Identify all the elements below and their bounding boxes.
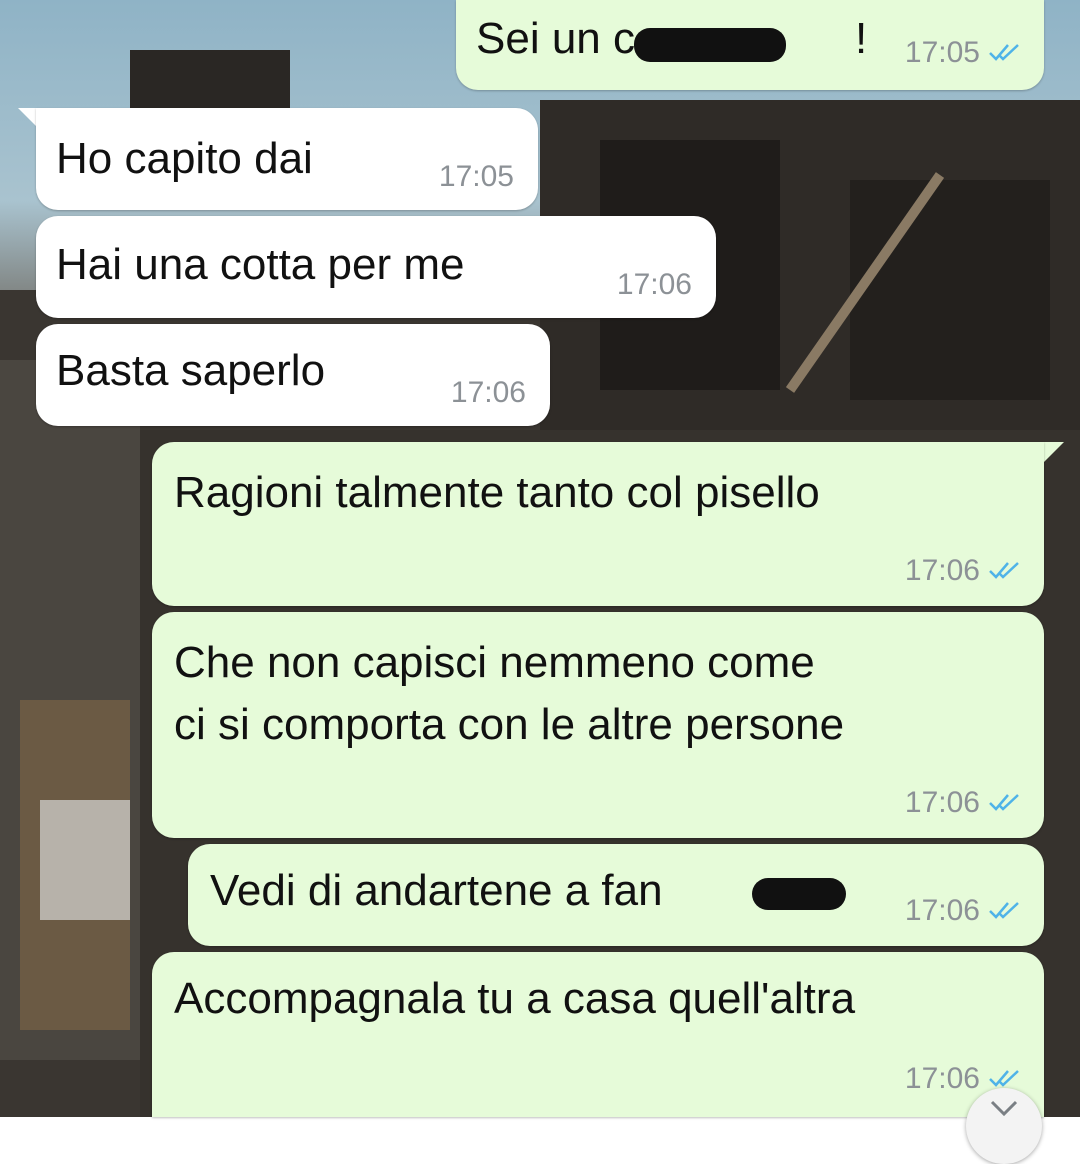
message-meta: 17:06 — [905, 786, 1024, 820]
redaction-mark — [634, 28, 786, 62]
message-timestamp: 17:06 — [904, 786, 980, 819]
message-text: Accompagnala tu a casa quell'altra — [174, 974, 856, 1023]
double-check-icon — [988, 36, 1024, 70]
message-text-line-2: ci si comporta con le altre persone — [174, 700, 845, 749]
double-check-icon — [988, 894, 1024, 928]
message-meta: 17:06 — [905, 554, 1024, 588]
message-bubble-outgoing[interactable]: Sei un c ! 17:05 — [456, 0, 1044, 90]
message-bubble-incoming[interactable]: Ho capito dai 17:05 — [36, 108, 538, 210]
message-text: Basta saperlo — [56, 346, 326, 395]
bubble-tail — [1042, 442, 1064, 464]
message-bubble-incoming[interactable]: Hai una cotta per me 17:06 — [36, 216, 716, 318]
scroll-to-bottom-button[interactable] — [966, 1088, 1042, 1164]
message-bubble-outgoing[interactable]: Ragioni talmente tanto col pisello 17:06 — [152, 442, 1044, 606]
double-check-icon — [988, 786, 1024, 820]
message-timestamp: 17:06 — [904, 894, 980, 927]
redaction-mark — [752, 878, 846, 910]
message-timestamp: 17:06 — [904, 554, 980, 587]
message-bubble-outgoing[interactable]: Vedi di andartene a fan 17:06 — [188, 844, 1044, 946]
message-text-line-1: Che non capisci nemmeno come — [174, 638, 815, 687]
message-timestamp: 17:06 — [616, 268, 692, 301]
message-timestamp: 17:06 — [450, 376, 526, 409]
message-text: Vedi di andartene a fan — [210, 866, 663, 915]
message-text: Ho capito dai — [56, 134, 313, 183]
message-bubble-outgoing[interactable]: Accompagnala tu a casa quell'altra 17:06 — [152, 952, 1044, 1117]
message-bubble-outgoing[interactable]: Che non capisci nemmeno come ci si compo… — [152, 612, 1044, 838]
message-bubble-incoming[interactable]: Basta saperlo 17:06 — [36, 324, 550, 426]
message-text: Hai una cotta per me — [56, 240, 465, 289]
message-timestamp: 17:05 — [438, 160, 514, 193]
message-timestamp: 17:06 — [904, 1062, 980, 1095]
message-text: Ragioni talmente tanto col pisello — [174, 468, 820, 517]
message-meta: 17:05 — [905, 36, 1024, 70]
chevron-down-icon — [986, 1098, 1022, 1164]
message-meta: 17:06 — [905, 894, 1024, 928]
message-timestamp: 17:05 — [904, 36, 980, 69]
double-check-icon — [988, 554, 1024, 588]
